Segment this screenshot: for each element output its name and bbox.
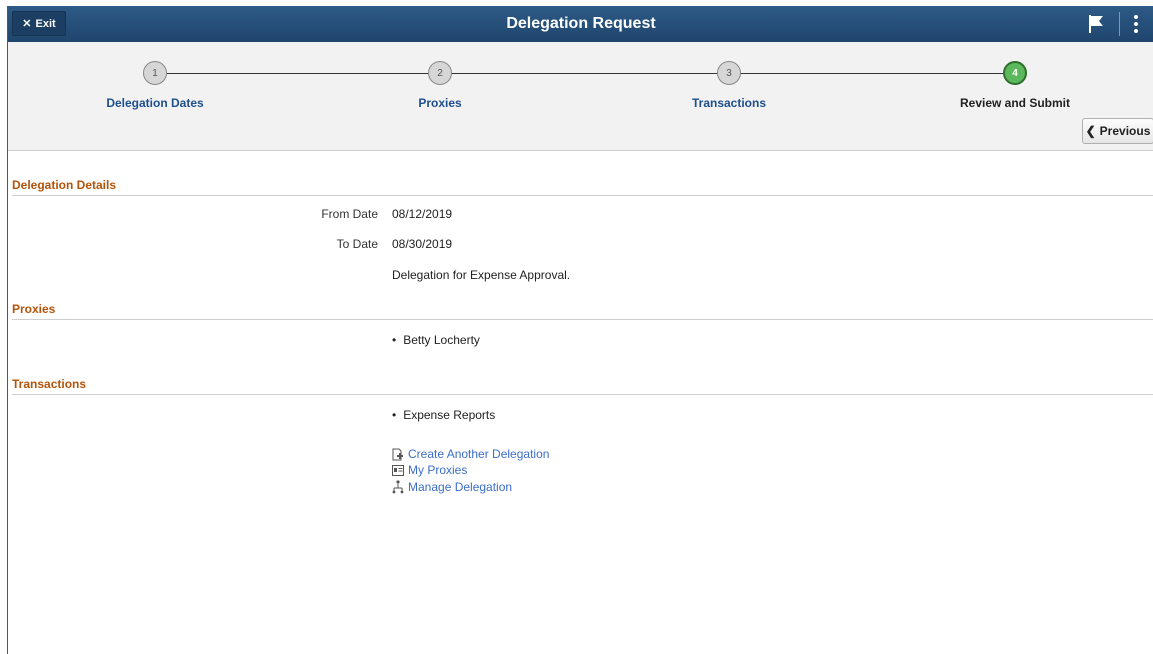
create-another-delegation-label: Create Another Delegation [408, 447, 550, 461]
to-date-value: 08/30/2019 [392, 237, 453, 251]
proxy-list-item: Betty Locherty [392, 333, 480, 347]
step-2-circle[interactable]: 2 [428, 61, 452, 85]
kebab-menu-icon[interactable] [1126, 12, 1146, 36]
transactions-heading: Transactions [12, 377, 1153, 395]
chevron-left-icon: ❮ [1085, 124, 1096, 138]
delegation-comment: Delegation for Expense Approval. [392, 268, 571, 282]
previous-label: Previous [1099, 124, 1151, 138]
step-1-label[interactable]: Delegation Dates [55, 96, 255, 110]
create-another-delegation-link[interactable]: Create Another Delegation [392, 447, 549, 461]
to-date-label: To Date [336, 237, 378, 251]
flag-icon[interactable] [1086, 13, 1106, 35]
id-card-icon [392, 464, 404, 476]
transaction-list-item: Expense Reports [392, 408, 495, 422]
delegation-details-heading: Delegation Details [12, 178, 1153, 196]
previous-button[interactable]: ❮ Previous [1082, 118, 1153, 144]
org-chart-icon [392, 480, 404, 494]
step-4-label: Review and Submit [959, 96, 1071, 110]
step-3-circle[interactable]: 3 [717, 61, 741, 85]
proxies-heading: Proxies [12, 302, 1153, 320]
step-2-label[interactable]: Proxies [340, 96, 540, 110]
step-train: 1 Delegation Dates 2 Proxies 3 Transacti… [8, 42, 1153, 151]
step-3-label[interactable]: Transactions [629, 96, 829, 110]
new-document-icon [392, 448, 403, 460]
manage-delegation-label: Manage Delegation [408, 480, 513, 494]
header-divider [1119, 12, 1120, 36]
page-frame: ✕ Exit Delegation Request 1 Delegation D… [7, 6, 1153, 654]
manage-delegation-link[interactable]: Manage Delegation [392, 480, 512, 494]
my-proxies-label: My Proxies [408, 463, 468, 477]
page-header: ✕ Exit Delegation Request [8, 6, 1153, 42]
step-1-circle[interactable]: 1 [143, 61, 167, 85]
from-date-value: 08/12/2019 [392, 207, 453, 221]
from-date-label: From Date [321, 207, 378, 221]
step-4-circle: 4 [1003, 61, 1027, 85]
page-title: Delegation Request [506, 15, 656, 32]
train-track [155, 73, 1013, 74]
my-proxies-link[interactable]: My Proxies [392, 463, 467, 477]
